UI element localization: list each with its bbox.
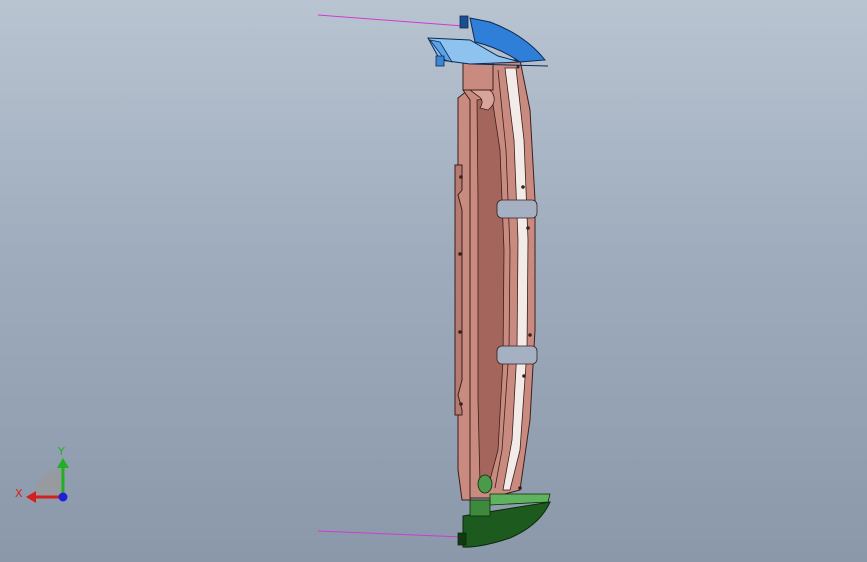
top-cap-part[interactable] bbox=[427, 15, 549, 67]
coordinate-triad: Y X bbox=[15, 445, 69, 503]
lower-slot bbox=[496, 345, 538, 365]
z-axis-dot bbox=[58, 492, 68, 502]
upper-slot bbox=[496, 199, 538, 219]
top-leader-line bbox=[317, 14, 464, 27]
cad-3d-viewport[interactable]: Y X bbox=[0, 0, 867, 562]
bottom-leader-line bbox=[317, 530, 464, 538]
x-axis-label: X bbox=[15, 487, 23, 500]
y-axis-arrowhead bbox=[57, 458, 69, 468]
cad-model-scene[interactable]: Y X bbox=[0, 0, 867, 562]
triad-plane-quadrant bbox=[34, 469, 62, 497]
y-axis-label: Y bbox=[57, 445, 65, 458]
main-part-body[interactable] bbox=[454, 59, 536, 501]
x-axis-arrowhead bbox=[26, 491, 36, 503]
